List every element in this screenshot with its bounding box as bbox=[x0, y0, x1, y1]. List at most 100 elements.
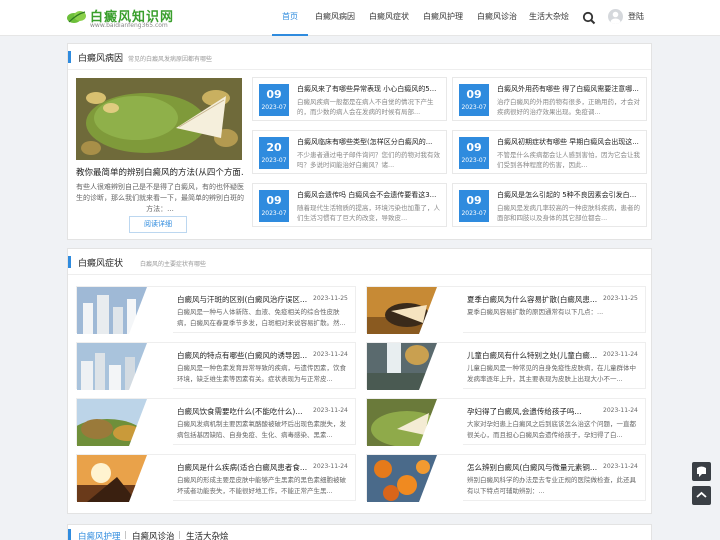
date-badge: 09 2023-07 bbox=[459, 84, 489, 116]
section-header: 白癜风症状 白癜风的主要症状有哪些 bbox=[68, 249, 651, 275]
section-accent-bar bbox=[68, 51, 71, 63]
item-title[interactable]: 白癜风是什么疾病(适合白癜风患者食... bbox=[177, 462, 307, 473]
logo-leaf-icon bbox=[67, 11, 86, 23]
list-item[interactable]: 儿童白癜风有什么特别之处(儿童白癜... 2023-11-24 儿童白癜风是一种… bbox=[366, 342, 646, 390]
city-thumbnail bbox=[77, 287, 173, 334]
list-item[interactable]: 怎么辨别白癜风(白癜风与微量元素铜... 2023-11-24 辨别白癜风科学的… bbox=[366, 454, 646, 502]
site-logo[interactable]: 白癜风知识网 www.baidianfeng365.com bbox=[66, 4, 176, 32]
item-date: 2023-11-24 bbox=[603, 407, 638, 414]
item-date: 2023-11-24 bbox=[313, 351, 348, 358]
card-title[interactable]: 白癜风外用药有哪些 得了白癜风需要注意哪... bbox=[497, 84, 643, 94]
date-badge: 09 2023-07 bbox=[259, 84, 289, 116]
waterfall-thumbnail bbox=[367, 343, 463, 390]
item-date: 2023-11-25 bbox=[603, 295, 638, 302]
item-title[interactable]: 儿童白癜风有什么特别之处(儿童白癜... bbox=[467, 350, 597, 361]
date-badge: 20 2023-07 bbox=[259, 137, 289, 169]
featured-title[interactable]: 教你最简单的辨别白癜风的方法(从四个方面… bbox=[76, 166, 244, 178]
list-item[interactable]: 白癜风饮食需要吃什么(不能吃什么)... 2023-11-24 白癜风发病机制主… bbox=[76, 398, 356, 446]
item-date: 2023-11-25 bbox=[313, 295, 348, 302]
section-subtitle: 白癜风的主要症状有哪些 bbox=[140, 261, 207, 268]
article-card[interactable]: 09 2023-07 白癜风外用药有哪些 得了白癜风需要注意哪... 治疗白癜风的… bbox=[452, 77, 647, 121]
chat-icon[interactable] bbox=[692, 462, 711, 481]
item-title[interactable]: 白癜风饮食需要吃什么(不能吃什么)... bbox=[177, 406, 307, 417]
user-avatar-icon[interactable] bbox=[608, 9, 623, 24]
item-desc: 白癜风是一种与人体新陈、血液、免疫相关的综合性皮肤病，白癜风在春夏季节多发，白斑… bbox=[177, 308, 346, 327]
card-desc: 不管是什么疾病都会让人感到害怕，因为它会让我们受到各种程度的伤害，因此... bbox=[497, 151, 640, 169]
maple-thumbnail bbox=[367, 455, 463, 502]
list-item[interactable]: 夏季白癜风为什么容易扩散(白癜风患... 2023-11-25 夏季白癜风容易扩… bbox=[366, 286, 646, 334]
section-symptoms: 白癜风症状 白癜风的主要症状有哪些 白癜风与汗斑的区别(白癜风治疗误区... 2… bbox=[67, 248, 652, 514]
list-item[interactable]: 孕妇得了白癜风,会遗传给孩子吗... 2023-11-24 大家对孕妇患上白癜风… bbox=[366, 398, 646, 446]
nav-item-symptoms[interactable]: 白癜风症状 bbox=[364, 0, 414, 36]
top-header: 白癜风知识网 www.baidianfeng365.com 首页 白癜风病因 白… bbox=[0, 0, 720, 36]
nav-item-life[interactable]: 生活大杂烩 bbox=[526, 0, 572, 36]
item-date: 2023-11-24 bbox=[313, 463, 348, 470]
section-title[interactable]: 白癜风症状 bbox=[78, 256, 123, 269]
item-desc: 大家对孕妇患上白癜风之后到底该怎么治这个问题，一直都很关心，而且担心白癜风会遗传… bbox=[467, 420, 636, 439]
item-desc: 白癜风是一种色素发育异常导致的疾病，与遗传因素，饮食环境，缺乏维生素等因素有关。… bbox=[177, 364, 346, 383]
read-more-button[interactable]: 阅读详细 bbox=[129, 216, 187, 233]
section-title[interactable]: 白癜风病因 bbox=[78, 51, 123, 64]
tab-separator: | bbox=[124, 530, 127, 539]
tab-life[interactable]: 生活大杂烩 bbox=[186, 530, 229, 540]
section-accent-bar bbox=[68, 256, 71, 268]
section-subtitle: 常见的白癜风发病原因都有哪些 bbox=[128, 56, 213, 63]
item-title[interactable]: 孕妇得了白癜风,会遗传给孩子吗... bbox=[467, 406, 597, 417]
date-badge: 09 2023-07 bbox=[259, 190, 289, 222]
hills-thumbnail bbox=[77, 399, 173, 446]
list-item[interactable]: 白癜风是什么疾病(适合白癜风患者食... 2023-11-24 白癜风的形成主要… bbox=[76, 454, 356, 502]
nav-item-care[interactable]: 白癜风护理 bbox=[418, 0, 468, 36]
sunset-thumbnail bbox=[77, 455, 173, 502]
leaf-thumbnail bbox=[367, 399, 463, 446]
section-tabs: 白癜风护理 | 白癜风诊治 | 生活大杂烩 bbox=[67, 524, 652, 540]
item-date: 2023-11-24 bbox=[313, 407, 348, 414]
card-desc: 白癜风疾病一般都是在病人不自觉的情况下产生的，而少数的病人会在发病的时候有局部.… bbox=[297, 98, 434, 116]
item-desc: 白癜风的形成主要是皮肤中能够产生黑素的黑色素细胞被破坏或者功能丧失，不能很好地工… bbox=[177, 476, 346, 495]
section-causes: 白癜风病因 常见的白癜风发病原因都有哪些 教你最简单的辨别白癜风的方法(从四个方… bbox=[67, 43, 652, 240]
item-date: 2023-11-24 bbox=[603, 351, 638, 358]
item-date: 2023-11-24 bbox=[603, 463, 638, 470]
card-title[interactable]: 白癜风临床有哪些类型(怎样区分白癜风的... bbox=[297, 137, 443, 147]
date-badge: 09 2023-07 bbox=[459, 137, 489, 169]
card-title[interactable]: 白癜风会遗传吗 白癜风会不会遗传要看这3... bbox=[297, 190, 443, 200]
item-title[interactable]: 怎么辨别白癜风(白癜风与微量元素铜... bbox=[467, 462, 597, 473]
back-to-top-icon[interactable] bbox=[692, 486, 711, 505]
section-accent-bar bbox=[68, 529, 71, 540]
item-title[interactable]: 白癜风的特点有哪些(白癜风的诱导因... bbox=[177, 350, 307, 361]
section-header: 白癜风病因 常见的白癜风发病原因都有哪些 bbox=[68, 44, 651, 70]
featured-desc: 有些人很难辨别自己是不是得了白癜风，有的也怀疑医生的诊断，那么我们就来看一下，最… bbox=[76, 183, 244, 213]
card-desc: 随着现代生活物质的提高，环境污染也加重了，人们生活习惯有了巨大的改变，导致皮..… bbox=[297, 204, 440, 222]
city-thumbnail bbox=[77, 343, 173, 390]
shell-thumbnail bbox=[367, 287, 463, 334]
list-item[interactable]: 白癜风的特点有哪些(白癜风的诱导因... 2023-11-24 白癜风是一种色素… bbox=[76, 342, 356, 390]
item-desc: 夏季白癜风容易扩散的原因通常有以下几点：... bbox=[467, 308, 604, 316]
article-card[interactable]: 09 2023-07 白癜风会遗传吗 白癜风会不会遗传要看这3... 随着现代生活… bbox=[252, 183, 447, 227]
article-card[interactable]: 09 2023-07 白癜风来了有哪些异常表现 小心白癜风的5... 白癜风疾病一… bbox=[252, 77, 447, 121]
tab-treatment[interactable]: 白癜风诊治 bbox=[132, 530, 175, 540]
card-desc: 白癜风是发病几率较高的一种皮肤科疾病，患者的面部和四肢以及身体的其它部位都会..… bbox=[497, 204, 640, 222]
item-title[interactable]: 白癜风与汗斑的区别(白癜风治疗误区... bbox=[177, 294, 307, 305]
nav-item-home[interactable]: 首页 bbox=[272, 0, 308, 36]
featured-image[interactable] bbox=[76, 78, 242, 160]
article-card[interactable]: 20 2023-07 白癜风临床有哪些类型(怎样区分白癜风的... 不少患者通过电… bbox=[252, 130, 447, 174]
login-link[interactable]: 登陆 bbox=[628, 11, 644, 22]
card-desc: 不少患者通过电子邮件询问？您们的药物对我有效吗？多说时间能治好白癜风？诸... bbox=[297, 151, 440, 169]
tab-separator: | bbox=[178, 530, 181, 539]
item-desc: 儿童白癜风是一种常见的自身免疫性皮肤病，在儿童群体中发病率逐年上升，其主要表现为… bbox=[467, 364, 636, 383]
nav-item-treatment[interactable]: 白癜风诊治 bbox=[472, 0, 522, 36]
list-item[interactable]: 白癜风与汗斑的区别(白癜风治疗误区... 2023-11-25 白癜风是一种与人… bbox=[76, 286, 356, 334]
logo-subtitle: www.baidianfeng365.com bbox=[90, 22, 168, 29]
search-icon[interactable] bbox=[582, 11, 596, 25]
card-title[interactable]: 白癜风是怎么引起的 5种不良因素会引发白... bbox=[497, 190, 643, 200]
item-title[interactable]: 夏季白癜风为什么容易扩散(白癜风患... bbox=[467, 294, 597, 305]
nav-item-causes[interactable]: 白癜风病因 bbox=[310, 0, 360, 36]
item-desc: 白癜风发病机制主要因素氧酪酸被破坏后出现色素脱失，发病包括基因缺陷、自身免疫、生… bbox=[177, 420, 346, 439]
tab-care[interactable]: 白癜风护理 bbox=[78, 530, 121, 540]
date-badge: 09 2023-07 bbox=[459, 190, 489, 222]
item-desc: 辨别白癜风科学的办法是去专业正规的医院做检查，此还具有以下特点可辅助辨别：... bbox=[467, 476, 636, 495]
card-title[interactable]: 白癜风来了有哪些异常表现 小心白癜风的5... bbox=[297, 84, 443, 94]
card-desc: 治疗白癜风的外用药物有很多，正确用药，才会对疾病很好的治疗效果出现。免疫调... bbox=[497, 98, 640, 116]
card-title[interactable]: 白癜风初期症状有哪些 早期白癜风会出现这... bbox=[497, 137, 643, 147]
article-card[interactable]: 09 2023-07 白癜风初期症状有哪些 早期白癜风会出现这... 不管是什么疾… bbox=[452, 130, 647, 174]
article-card[interactable]: 09 2023-07 白癜风是怎么引起的 5种不良因素会引发白... 白癜风是发病… bbox=[452, 183, 647, 227]
